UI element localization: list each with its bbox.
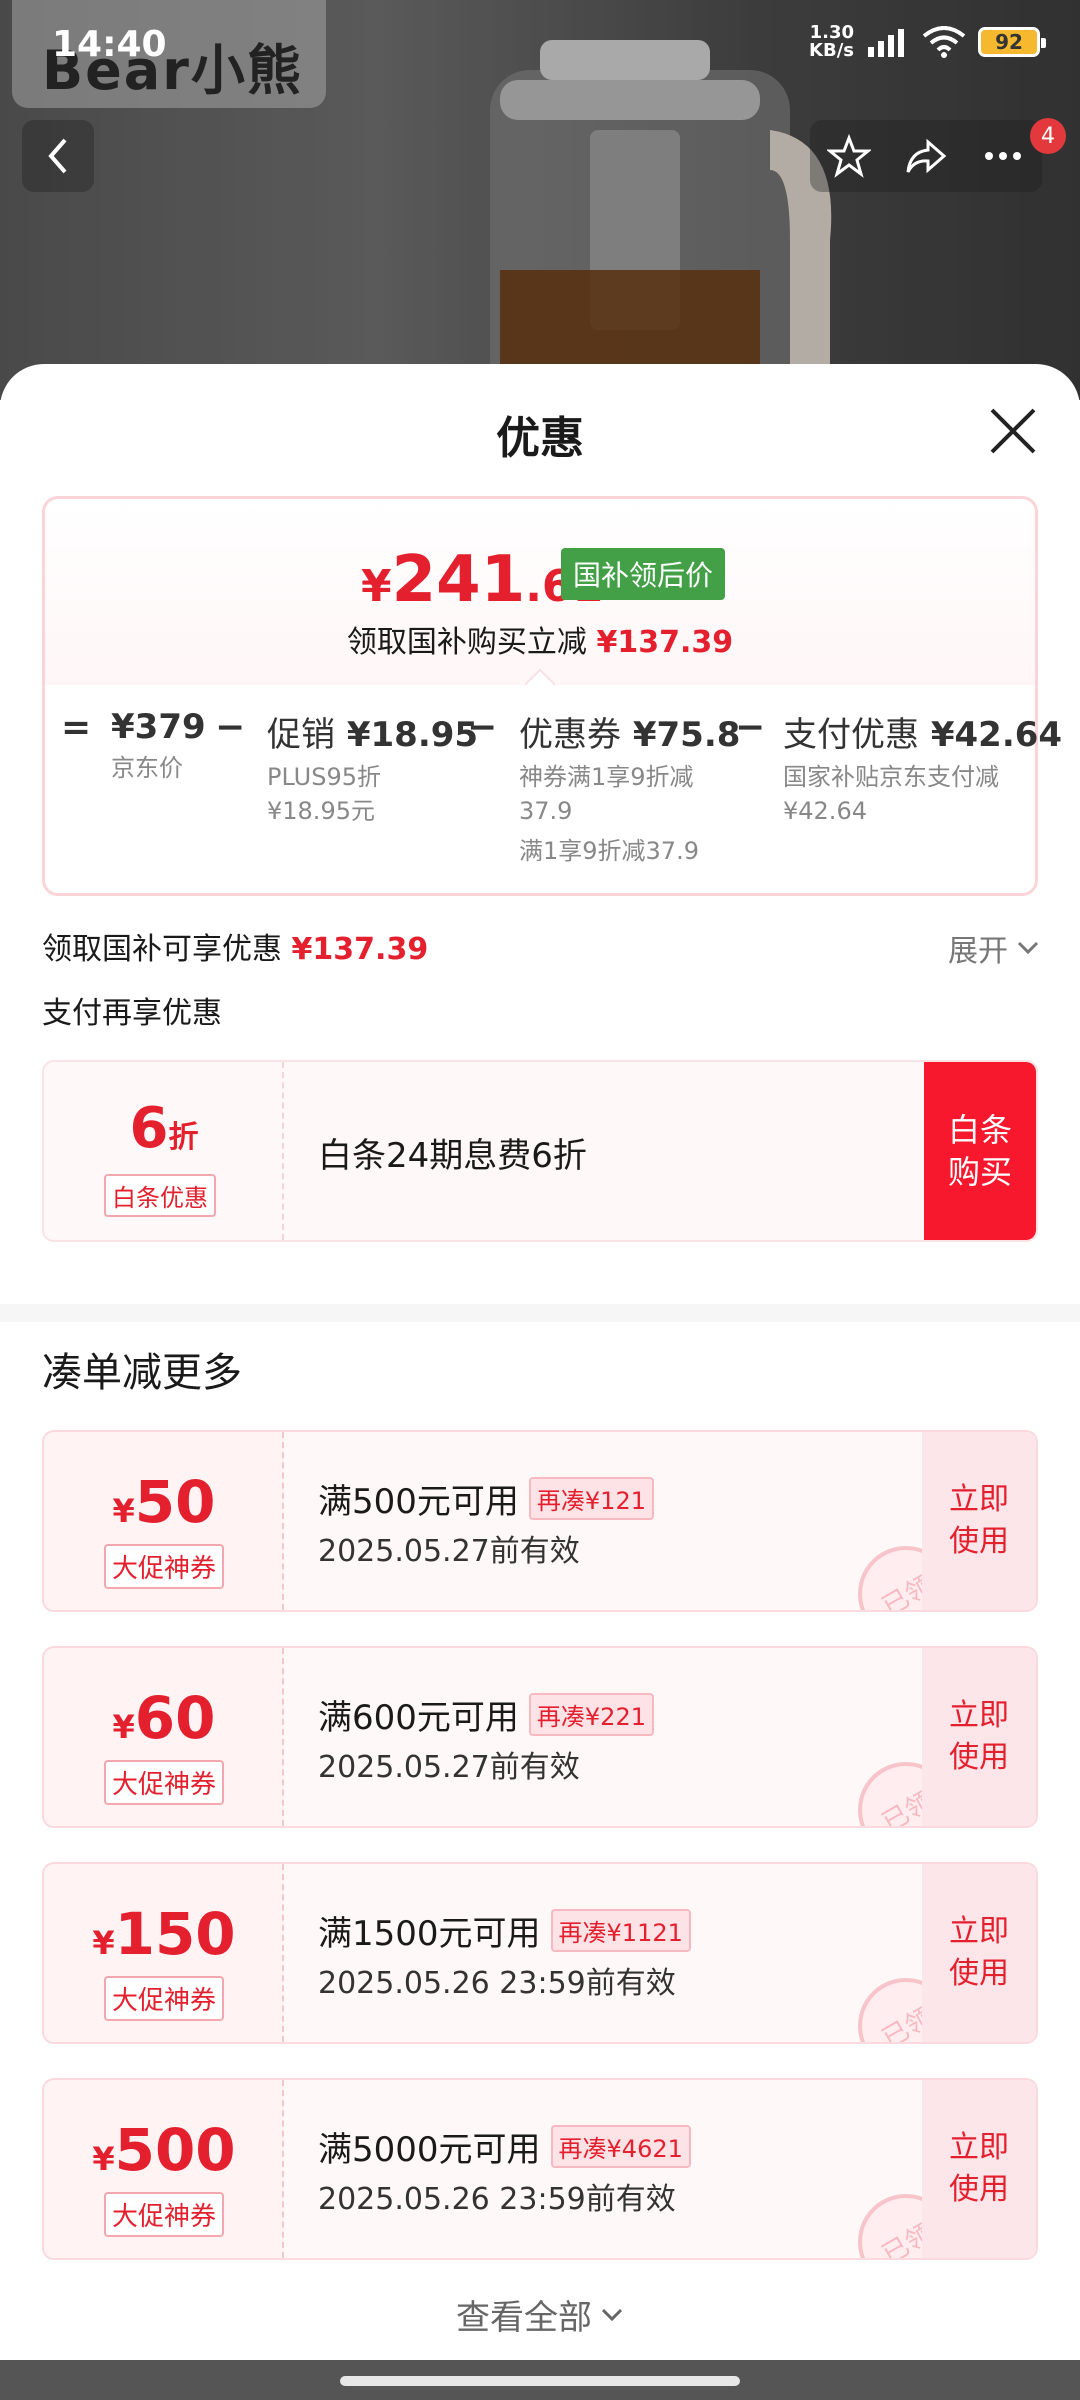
share-icon[interactable] xyxy=(904,134,948,178)
system-navigation-bar xyxy=(0,2360,1080,2400)
top-action-group xyxy=(810,120,1042,192)
baitiao-discount: 6折 xyxy=(129,1096,199,1161)
breakdown-coupon: 优惠券 ¥75.8 神券满1享9折减 37.9 满1享9折减37.9 xyxy=(519,715,741,865)
coupon-details: 满500元可用 再凑¥121 2025.05.27前有效 已领 xyxy=(284,1432,972,1610)
coupon-card: ¥50 大促神券 满500元可用 再凑¥121 2025.05.27前有效 已领 … xyxy=(42,1430,1038,1612)
close-icon[interactable] xyxy=(986,404,1040,458)
coupon-condition: 满5000元可用 xyxy=(318,2130,541,2170)
status-bar: 14:40 1.30 KB/s 92 xyxy=(0,0,1080,90)
coupon-details: 满600元可用 再凑¥221 2025.05.27前有效 已领 xyxy=(284,1648,972,1826)
coupon-extra-badge: 再凑¥4621 xyxy=(550,2125,691,2168)
baitiao-discount-area: 6折 白条优惠 xyxy=(44,1062,284,1240)
coupon-card: ¥60 大促神券 满600元可用 再凑¥221 2025.05.27前有效 已领 … xyxy=(42,1646,1038,1828)
coupon-expiry: 2025.05.27前有效 xyxy=(318,1750,580,1785)
operator-minus: − xyxy=(467,707,498,748)
signal-icon xyxy=(868,29,904,57)
coupon-extra-badge: 再凑¥221 xyxy=(528,1693,654,1736)
coupon-condition: 满1500元可用 xyxy=(318,1914,541,1954)
notification-badge: 4 xyxy=(1030,118,1066,154)
subsidy-line: 领取国补可享优惠 ¥137.39 xyxy=(42,932,429,967)
wifi-icon xyxy=(922,26,966,58)
status-time: 14:40 xyxy=(52,24,167,65)
breakdown-jd-price: ¥379 京东价 xyxy=(111,707,206,782)
pay-extra-title: 支付再享优惠 xyxy=(42,996,222,1031)
coupon-card: ¥150 大促神券 满1500元可用 再凑¥1121 2025.05.26 23:… xyxy=(42,1862,1038,2044)
coupon-amount: ¥150 xyxy=(92,1900,236,1968)
coupon-expiry: 2025.05.26 23:59前有效 xyxy=(318,2182,676,2217)
operator-equals: = xyxy=(61,707,92,748)
coupon-amount: ¥500 xyxy=(92,2116,236,2184)
coupon-details: 满1500元可用 再凑¥1121 2025.05.26 23:59前有效 已领 xyxy=(284,1864,972,2042)
price-summary-card: ¥241.61 国补领后价 领取国补购买立减 ¥137.39 = ¥379 京东… xyxy=(42,496,1062,896)
coupon-value-area: ¥150 大促神券 xyxy=(44,1864,284,2042)
coupon-value-area: ¥500 大促神券 xyxy=(44,2080,284,2258)
network-speed: 1.30 KB/s xyxy=(809,22,854,61)
price-breakdown: = ¥379 京东价 − 促销 ¥18.95 PLUS95折 ¥18.95元 −… xyxy=(45,687,1062,893)
coupon-tag: 大促神券 xyxy=(104,1544,225,1589)
sheet-title: 优惠 xyxy=(496,413,584,464)
coupon-value-area: ¥60 大促神券 xyxy=(44,1648,284,1826)
back-arrow-icon xyxy=(48,138,67,174)
back-button[interactable] xyxy=(22,120,94,192)
coupon-card: ¥500 大促神券 满5000元可用 再凑¥4621 2025.05.26 23:… xyxy=(42,2078,1038,2260)
section-title: 凑单减更多 xyxy=(42,1350,242,1396)
subsidy-price-tag: 国补领后价 xyxy=(561,548,726,600)
coupon-tag: 大促神券 xyxy=(104,2192,225,2237)
breakdown-promotion: 促销 ¥18.95 PLUS95折 ¥18.95元 xyxy=(267,715,479,825)
price-summary-header: ¥241.61 国补领后价 领取国补购买立减 ¥137.39 xyxy=(45,499,1035,700)
chevron-down-icon xyxy=(1017,941,1039,955)
coupon-amount: ¥60 xyxy=(112,1684,216,1752)
use-now-button[interactable]: 立即 使用 xyxy=(922,2080,1036,2258)
battery-icon: 92 xyxy=(978,27,1046,57)
baitiao-buy-button[interactable]: 白条 购买 xyxy=(924,1062,1036,1240)
operator-minus: − xyxy=(215,707,246,748)
chevron-down-icon xyxy=(601,2308,623,2321)
operator-minus: − xyxy=(735,707,766,748)
coupon-amount: ¥50 xyxy=(112,1468,216,1536)
section-separator xyxy=(0,1304,1080,1322)
use-now-button[interactable]: 立即 使用 xyxy=(922,1432,1036,1610)
summary-subtext: 领取国补购买立减 ¥137.39 xyxy=(346,625,734,660)
baitiao-offer-card: 6折 白条优惠 白条24期息费6折 白条 购买 xyxy=(42,1060,1038,1242)
expand-button[interactable]: 展开 xyxy=(948,926,1040,970)
coupon-expiry: 2025.05.26 23:59前有效 xyxy=(318,1966,676,2001)
use-now-button[interactable]: 立即 使用 xyxy=(922,1648,1036,1826)
breakdown-payment: 支付优惠 ¥42.64 国家补贴京东支付减 ¥42.64 xyxy=(783,715,1063,825)
coupon-tag: 大促神券 xyxy=(104,1760,225,1805)
use-now-button[interactable]: 立即 使用 xyxy=(922,1864,1036,2042)
coupon-condition: 满500元可用 xyxy=(318,1482,519,1522)
baitiao-description: 白条24期息费6折 xyxy=(318,1136,587,1176)
view-all-button[interactable]: 查看全部 xyxy=(0,2290,1080,2339)
home-gesture-handle[interactable] xyxy=(340,2376,740,2386)
coupon-details: 满5000元可用 再凑¥4621 2025.05.26 23:59前有效 已领 xyxy=(284,2080,972,2258)
status-icons: 1.30 KB/s 92 xyxy=(809,22,1046,61)
more-icon[interactable] xyxy=(981,134,1025,178)
coupon-condition: 满600元可用 xyxy=(318,1698,519,1738)
coupon-expiry: 2025.05.27前有效 xyxy=(318,1534,580,1569)
coupon-extra-badge: 再凑¥1121 xyxy=(550,1909,691,1952)
discount-sheet: 优惠 ¥241.61 国补领后价 领取国补购买立减 ¥137.39 = ¥379… xyxy=(0,364,1080,2360)
coupon-value-area: ¥50 大促神券 xyxy=(44,1432,284,1610)
coupon-tag: 大促神券 xyxy=(104,1976,225,2021)
coupon-extra-badge: 再凑¥121 xyxy=(528,1477,654,1520)
favorite-star-icon[interactable] xyxy=(826,134,871,178)
baitiao-tag: 白条优惠 xyxy=(104,1174,216,1217)
